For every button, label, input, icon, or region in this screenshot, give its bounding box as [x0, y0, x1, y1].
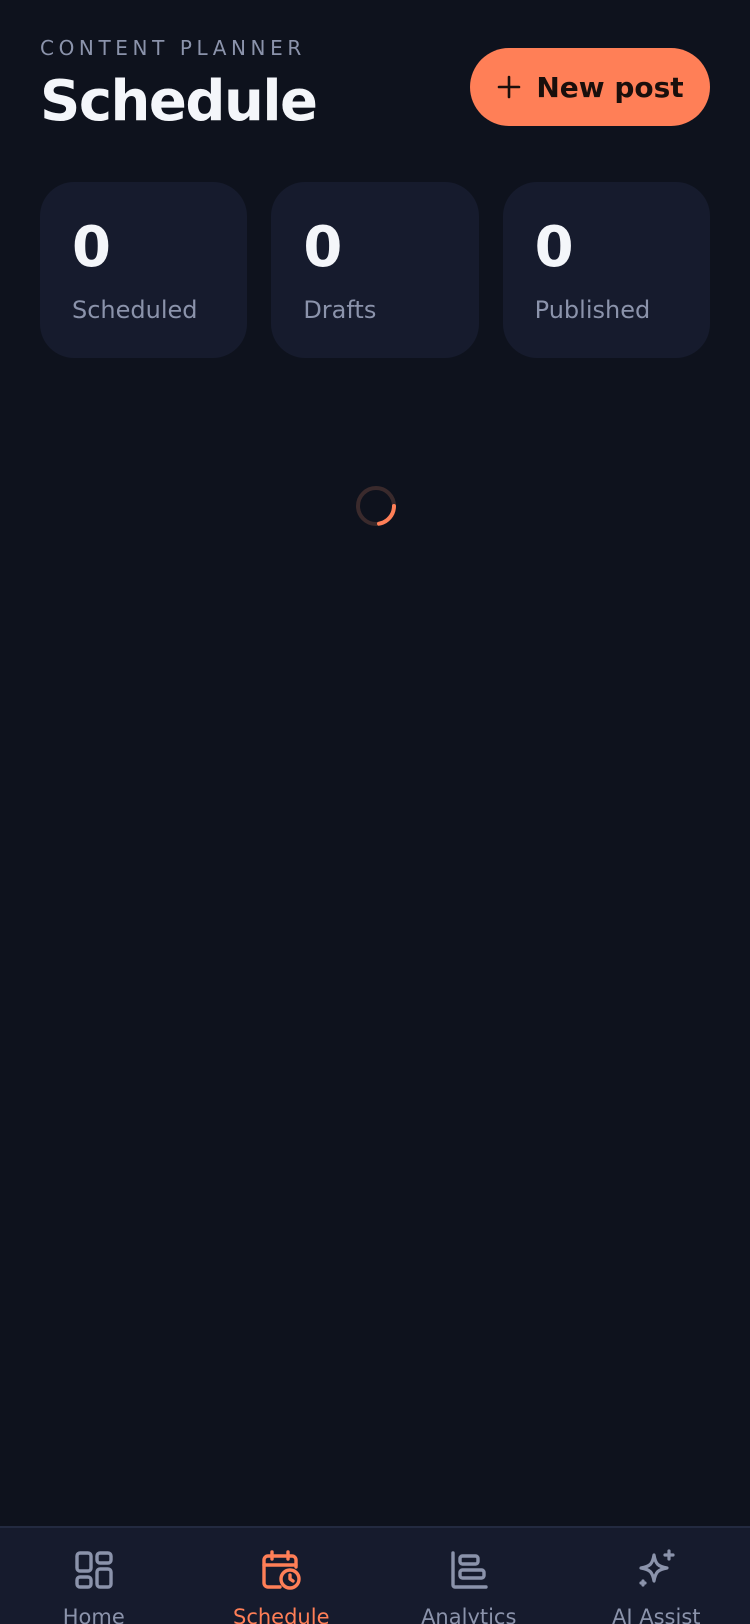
stat-card-scheduled: 0 Scheduled	[40, 182, 248, 358]
page-title: Schedule	[40, 69, 318, 134]
stat-label: Drafts	[303, 296, 377, 324]
plus-icon	[496, 74, 522, 100]
sparkle-icon	[634, 1548, 678, 1592]
stat-value: 0	[72, 215, 111, 280]
stat-value: 0	[534, 215, 574, 280]
nav-item-schedule[interactable]: Schedule	[188, 1528, 376, 1624]
bottom-nav: Home Schedule Analytics AI Assist	[0, 1526, 750, 1624]
nav-item-home[interactable]: Home	[0, 1528, 188, 1624]
header: CONTENT PLANNER Schedule New post	[40, 34, 710, 144]
page-eyebrow: CONTENT PLANNER	[40, 36, 306, 60]
calendar-clock-icon	[259, 1548, 303, 1592]
nav-label-ai-assist: AI Assist	[612, 1605, 701, 1624]
bar-chart-icon	[447, 1548, 491, 1592]
stats-row: 0 Scheduled 0 Drafts 0 Published	[40, 182, 710, 358]
stat-label: Scheduled	[72, 296, 198, 324]
nav-item-analytics[interactable]: Analytics	[375, 1528, 563, 1624]
new-post-label: New post	[536, 70, 684, 104]
stat-value: 0	[303, 215, 343, 280]
stat-card-drafts: 0 Drafts	[271, 182, 479, 358]
stat-card-published: 0 Published	[502, 182, 710, 358]
nav-label-schedule: Schedule	[233, 1605, 330, 1624]
nav-label-home: Home	[62, 1605, 125, 1624]
stat-label: Published	[534, 296, 651, 324]
loading-spinner-icon	[355, 485, 397, 527]
nav-label-analytics: Analytics	[421, 1605, 517, 1624]
new-post-button[interactable]: New post	[470, 48, 710, 126]
nav-item-ai-assist[interactable]: AI Assist	[563, 1528, 750, 1624]
grid-icon	[72, 1548, 116, 1592]
